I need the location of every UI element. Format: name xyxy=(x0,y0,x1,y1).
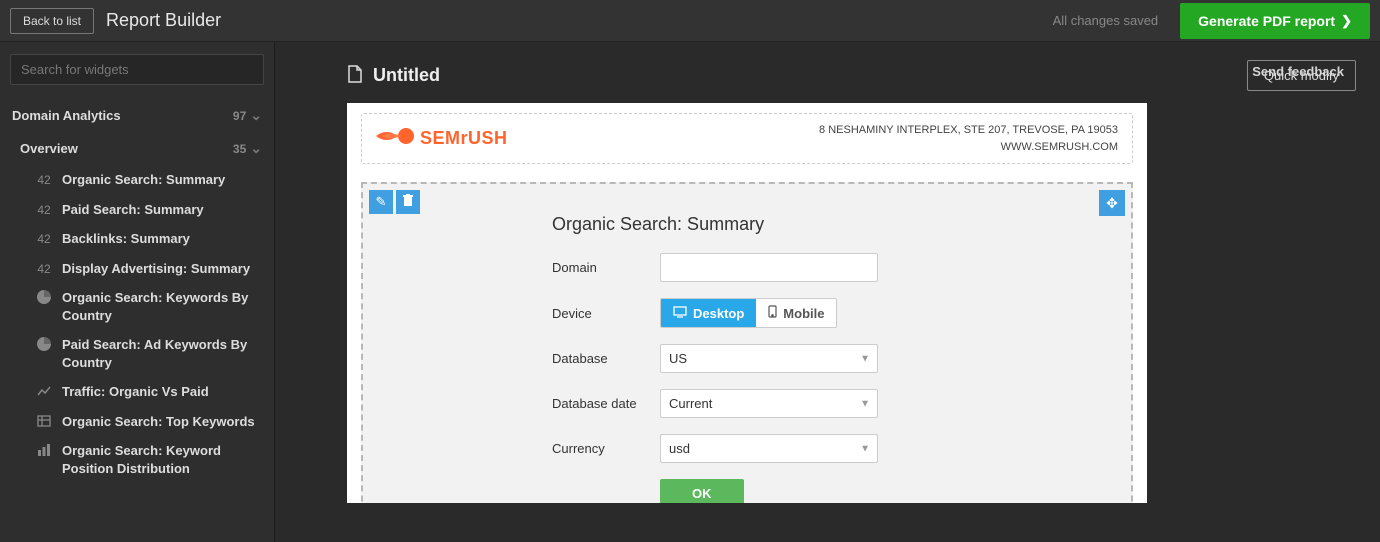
sidebar-item-organic-search-summary[interactable]: 42 Organic Search: Summary xyxy=(0,165,274,195)
trash-icon xyxy=(402,194,414,210)
edit-widget-button[interactable]: ✎ xyxy=(369,190,393,214)
mobile-icon xyxy=(768,305,777,321)
document-icon xyxy=(347,65,363,86)
section-label: Overview xyxy=(20,141,78,156)
database-date-label: Database date xyxy=(552,396,660,411)
sidebar-item-label: Backlinks: Summary xyxy=(62,230,264,248)
line-chart-icon xyxy=(36,383,52,398)
ok-button[interactable]: OK xyxy=(660,479,744,503)
sidebar-item-paid-search-summary[interactable]: 42 Paid Search: Summary xyxy=(0,195,274,225)
brand-logo: SEMrUSH xyxy=(376,124,508,154)
sidebar-item-label: Paid Search: Ad Keywords By Country xyxy=(62,336,264,371)
document-header: Untitled Quick modify xyxy=(275,42,1380,103)
report-page: SEMrUSH 8 NESHAMINY INTERPLEX, STE 207, … xyxy=(347,103,1147,503)
section-count: 97 xyxy=(233,107,262,124)
brand-name: SEMrUSH xyxy=(420,128,508,149)
document-title[interactable]: Untitled xyxy=(373,65,440,86)
sidebar-item-organic-top-keywords[interactable]: Organic Search: Top Keywords xyxy=(0,407,274,437)
letterhead: SEMrUSH 8 NESHAMINY INTERPLEX, STE 207, … xyxy=(361,113,1133,164)
sidebar-item-label: Traffic: Organic Vs Paid xyxy=(62,383,264,401)
back-to-list-button[interactable]: Back to list xyxy=(10,8,94,34)
database-date-select[interactable]: Current ▼ xyxy=(660,389,878,418)
domain-input[interactable] xyxy=(660,253,878,282)
device-toggle: Desktop Mobile xyxy=(660,298,837,328)
top-bar: Back to list Report Builder All changes … xyxy=(0,0,1380,42)
device-label: Device xyxy=(552,306,660,321)
sidebar-item-paid-ad-keywords-by-country[interactable]: Paid Search: Ad Keywords By Country xyxy=(0,330,274,377)
currency-label: Currency xyxy=(552,441,660,456)
count-badge: 42 xyxy=(36,230,52,247)
pie-chart-icon xyxy=(36,289,52,304)
search-input[interactable] xyxy=(10,54,264,85)
device-desktop-label: Desktop xyxy=(693,306,744,321)
sidebar-item-label: Organic Search: Summary xyxy=(62,171,264,189)
sidebar-item-organic-keywords-by-country[interactable]: Organic Search: Keywords By Country xyxy=(0,283,274,330)
database-date-value: Current xyxy=(660,389,878,418)
desktop-icon xyxy=(673,306,687,321)
letterhead-text: 8 NESHAMINY INTERPLEX, STE 207, TREVOSE,… xyxy=(819,122,1118,155)
chevron-right-icon: ❯ xyxy=(1341,13,1352,29)
pencil-icon: ✎ xyxy=(376,194,387,210)
sidebar-item-backlinks-summary[interactable]: 42 Backlinks: Summary xyxy=(0,224,274,254)
sidebar-item-label: Organic Search: Keyword Position Distrib… xyxy=(62,442,264,477)
sidebar-item-display-advertising-summary[interactable]: 42 Display Advertising: Summary xyxy=(0,254,274,284)
delete-widget-button[interactable] xyxy=(396,190,420,214)
device-mobile-button[interactable]: Mobile xyxy=(756,299,836,327)
sidebar-item-traffic-organic-vs-paid[interactable]: Traffic: Organic Vs Paid xyxy=(0,377,274,407)
device-mobile-label: Mobile xyxy=(783,306,824,321)
sidebar-item-label: Paid Search: Summary xyxy=(62,201,264,219)
count-badge: 42 xyxy=(36,260,52,277)
chevron-down-icon xyxy=(250,140,262,157)
count-badge: 42 xyxy=(36,171,52,188)
device-desktop-button[interactable]: Desktop xyxy=(661,299,756,327)
pie-chart-icon xyxy=(36,336,52,351)
flame-icon xyxy=(376,124,414,154)
sidebar-item-label: Display Advertising: Summary xyxy=(62,260,264,278)
domain-label: Domain xyxy=(552,260,660,275)
database-select[interactable]: US ▼ xyxy=(660,344,878,373)
generate-label: Generate PDF report xyxy=(1198,13,1335,29)
letterhead-address: 8 NESHAMINY INTERPLEX, STE 207, TREVOSE,… xyxy=(819,122,1118,139)
move-icon: ✥ xyxy=(1106,195,1118,212)
move-widget-handle[interactable]: ✥ xyxy=(1099,190,1125,216)
widget-config-block: ✎ ✥ Organic Search: Summary xyxy=(361,182,1133,503)
table-icon xyxy=(36,413,52,428)
letterhead-url: WWW.SEMRUSH.COM xyxy=(819,139,1118,156)
section-count: 35 xyxy=(233,140,262,157)
app-title: Report Builder xyxy=(106,10,221,31)
send-feedback-link[interactable]: Send feedback xyxy=(1252,64,1344,79)
sidebar-section-overview[interactable]: Overview 35 xyxy=(0,132,274,165)
save-status: All changes saved xyxy=(1053,13,1159,28)
sidebar-section-domain-analytics[interactable]: Domain Analytics 97 xyxy=(0,99,274,132)
sidebar: Domain Analytics 97 Overview 35 42 Organ… xyxy=(0,42,275,542)
sidebar-item-organic-keyword-position-distribution[interactable]: Organic Search: Keyword Position Distrib… xyxy=(0,436,274,483)
section-label: Domain Analytics xyxy=(12,108,121,123)
sidebar-item-label: Organic Search: Keywords By Country xyxy=(62,289,264,324)
widget-title: Organic Search: Summary xyxy=(552,214,1117,235)
count-badge: 42 xyxy=(36,201,52,218)
generate-pdf-button[interactable]: Generate PDF report ❯ xyxy=(1180,3,1370,39)
currency-select[interactable]: usd ▼ xyxy=(660,434,878,463)
main-area: Send feedback Untitled Quick modify SEMr… xyxy=(275,42,1380,542)
database-value: US xyxy=(660,344,878,373)
currency-value: usd xyxy=(660,434,878,463)
database-label: Database xyxy=(552,351,660,366)
chevron-down-icon xyxy=(250,107,262,124)
bar-chart-icon xyxy=(36,442,52,457)
sidebar-item-label: Organic Search: Top Keywords xyxy=(62,413,264,431)
